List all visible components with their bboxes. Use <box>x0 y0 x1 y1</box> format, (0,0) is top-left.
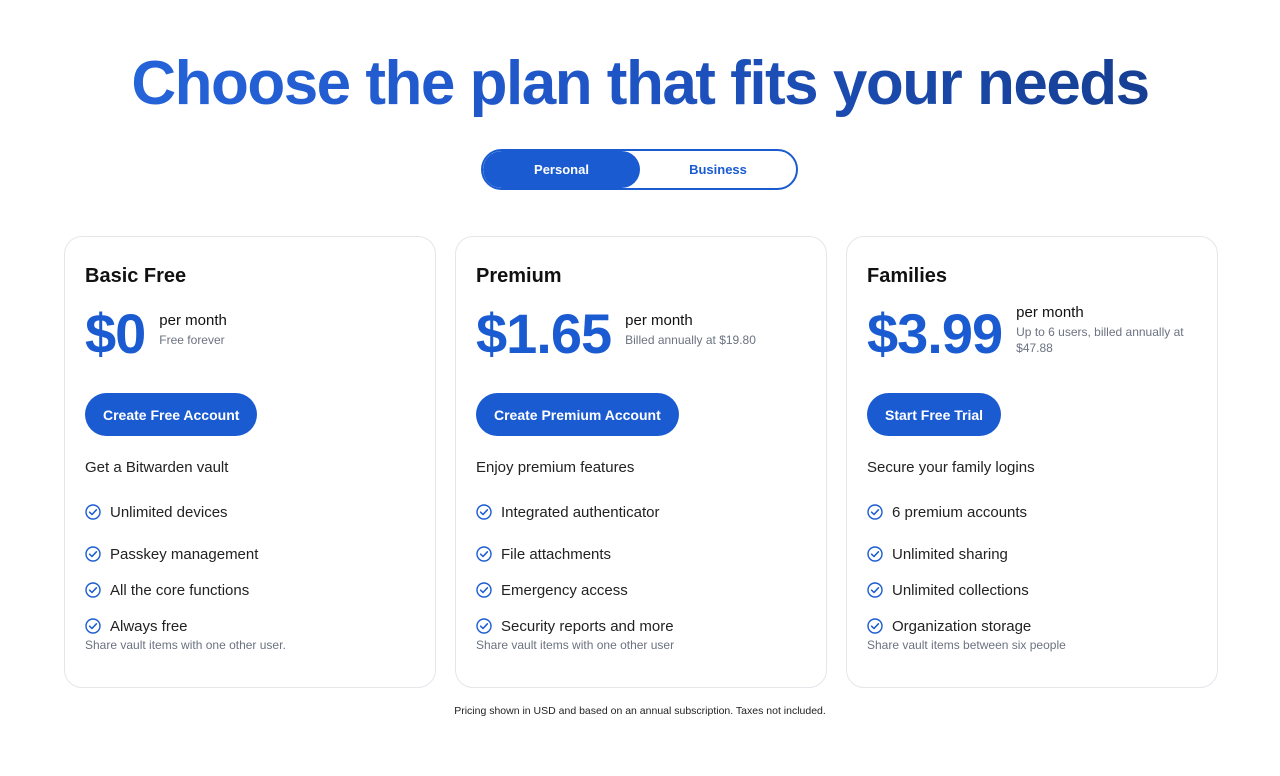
page-title: Choose the plan that fits your needs <box>131 49 1150 118</box>
plan-name: Basic Free <box>85 265 187 287</box>
check-circle-icon <box>867 618 883 634</box>
plan-tagline: Enjoy premium features <box>476 459 635 476</box>
plan-price: $3.99 <box>867 302 1003 365</box>
feature-list: Unlimited devices Passkey management All… <box>85 500 415 644</box>
start-free-trial-button[interactable]: Start Free Trial <box>867 393 1002 436</box>
check-circle-icon <box>85 504 101 520</box>
plan-name: Premium <box>476 265 562 287</box>
feature-list: 6 premium accounts Unlimited sharing Unl… <box>867 500 1197 644</box>
price-row: $0 per month Free forever <box>85 305 415 363</box>
check-circle-icon <box>867 582 883 598</box>
check-circle-icon <box>85 546 101 562</box>
toggle-personal[interactable]: Personal <box>483 151 640 188</box>
plan-footnote: Share vault items between six people <box>867 638 1066 652</box>
create-free-account-button[interactable]: Create Free Account <box>85 393 258 436</box>
price-period: per month <box>159 312 227 329</box>
pricing-disclaimer: Pricing shown in USD and based on an ann… <box>454 705 826 717</box>
check-circle-icon <box>476 504 492 520</box>
check-circle-icon <box>867 504 883 520</box>
toggle-business[interactable]: Business <box>640 151 796 188</box>
plan-cards: Basic Free $0 per month Free forever Cre… <box>64 236 1218 688</box>
feature-item: Integrated authenticator <box>476 500 806 524</box>
feature-item: All the core functions <box>85 572 415 608</box>
plan-name: Families <box>867 265 948 287</box>
create-premium-account-button[interactable]: Create Premium Account <box>476 393 679 436</box>
plan-card-basic-free: Basic Free $0 per month Free forever Cre… <box>64 236 436 688</box>
price-note: Up to 6 users, billed annually at $47.88 <box>1016 325 1184 355</box>
feature-item: Unlimited sharing <box>867 536 1197 572</box>
plan-price: $0 <box>85 302 146 365</box>
plan-footnote: Share vault items with one other user <box>476 638 675 652</box>
plan-type-toggle[interactable]: Personal Business <box>481 149 798 190</box>
feature-item: Unlimited devices <box>85 500 415 524</box>
plan-card-families: Families $3.99 per month Up to 6 users, … <box>846 236 1218 688</box>
plan-tagline: Get a Bitwarden vault <box>85 459 229 476</box>
plan-footnote: Share vault items with one other user. <box>85 638 286 652</box>
price-row: $3.99 per month Up to 6 users, billed an… <box>867 302 1197 365</box>
feature-list: Integrated authenticator File attachment… <box>476 500 806 644</box>
feature-item: Passkey management <box>85 536 415 572</box>
price-period: per month <box>625 312 693 329</box>
check-circle-icon <box>85 582 101 598</box>
check-circle-icon <box>867 546 883 562</box>
check-circle-icon <box>476 618 492 634</box>
check-circle-icon <box>85 618 101 634</box>
plan-card-premium: Premium $1.65 per month Billed annually … <box>455 236 827 688</box>
feature-item: Unlimited collections <box>867 572 1197 608</box>
price-note: Free forever <box>159 333 225 347</box>
price-note: Billed annually at $19.80 <box>625 333 756 347</box>
check-circle-icon <box>476 582 492 598</box>
feature-item: 6 premium accounts <box>867 500 1197 524</box>
feature-item: Emergency access <box>476 572 806 608</box>
feature-item: File attachments <box>476 536 806 572</box>
check-circle-icon <box>476 546 492 562</box>
pricing-page: Choose the plan that fits your needs Per… <box>0 0 1280 776</box>
price-row: $1.65 per month Billed annually at $19.8… <box>476 305 806 363</box>
plan-price: $1.65 <box>476 302 612 365</box>
plan-tagline: Secure your family logins <box>867 459 1035 476</box>
price-period: per month <box>1016 304 1084 321</box>
